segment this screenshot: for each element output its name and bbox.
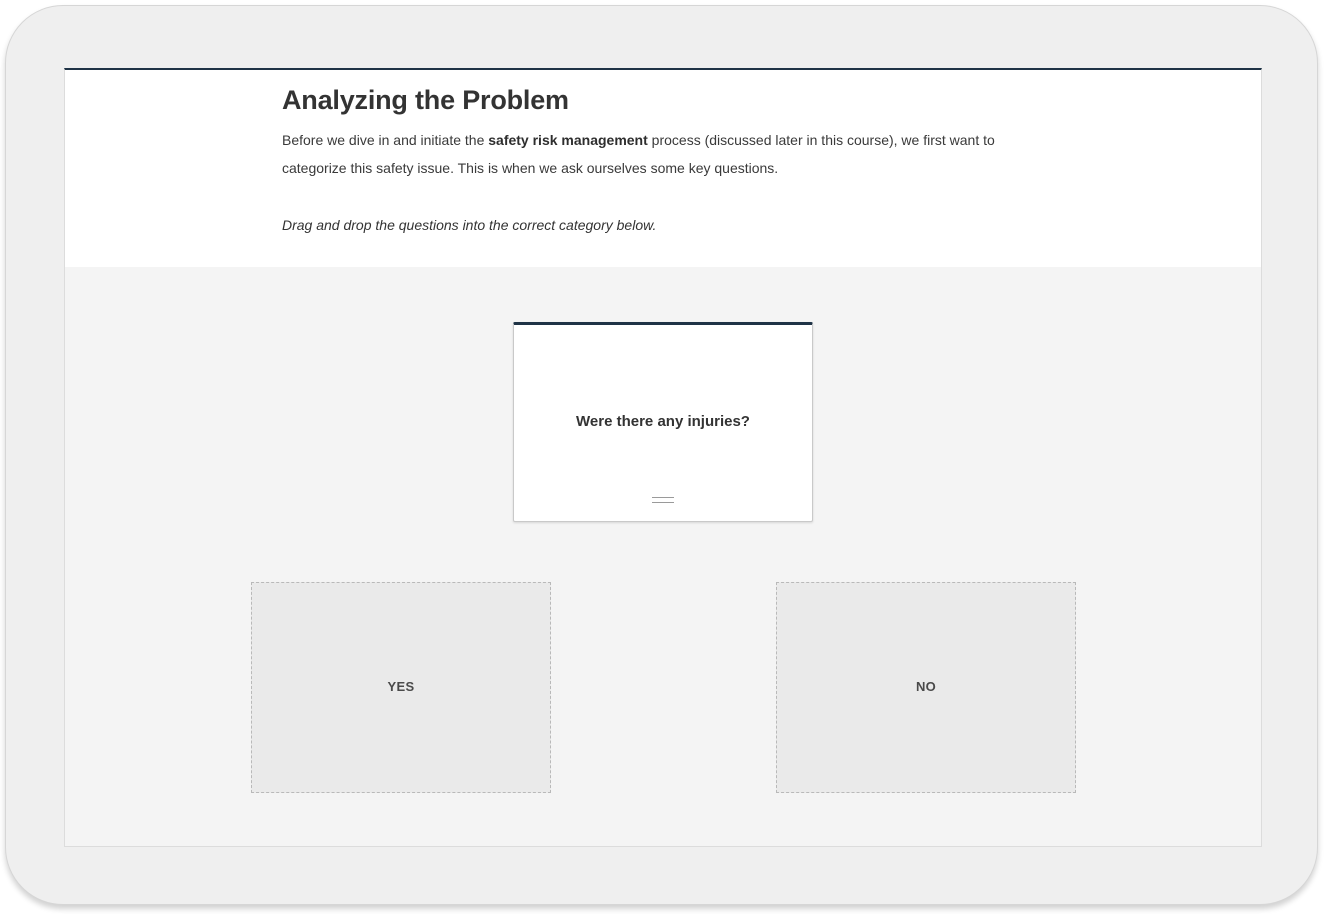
question-text: Were there any injuries? (576, 413, 750, 430)
drop-zone-yes-label: YES (387, 679, 415, 694)
lesson-screen: Analyzing the Problem Before we dive in … (64, 68, 1262, 847)
intro-text-bold: safety risk management (488, 132, 648, 148)
intro-text: Before we dive in and initiate the safet… (282, 126, 1022, 182)
drop-zone-no[interactable]: NO (776, 582, 1076, 793)
drag-handle-icon[interactable] (652, 497, 674, 503)
lesson-header: Analyzing the Problem Before we dive in … (65, 70, 1261, 267)
instruction-text: Drag and drop the questions into the cor… (282, 217, 657, 233)
draggable-question-card[interactable]: Were there any injuries? (513, 322, 813, 522)
page-title: Analyzing the Problem (282, 85, 569, 115)
intro-text-start: Before we dive in and initiate the (282, 132, 489, 148)
device-frame: Analyzing the Problem Before we dive in … (5, 5, 1318, 905)
drop-zone-no-label: NO (915, 679, 937, 694)
drop-zone-yes[interactable]: YES (251, 582, 551, 793)
